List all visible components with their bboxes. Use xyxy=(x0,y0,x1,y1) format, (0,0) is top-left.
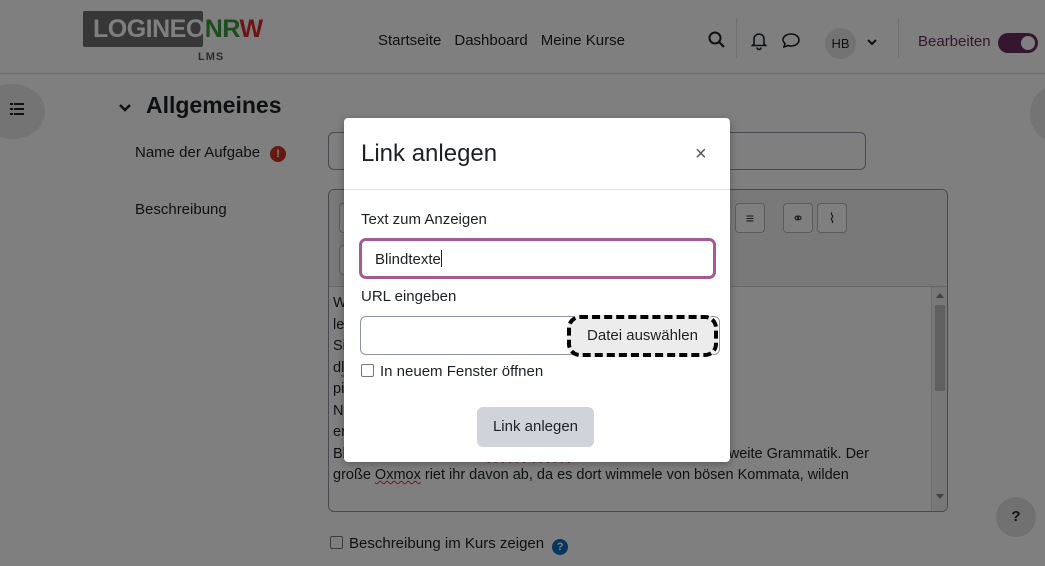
display-text-value: Blindtexte xyxy=(375,251,441,268)
new-window-checkbox[interactable] xyxy=(361,364,374,377)
link-dialog: Link anlegen × Text zum Anzeigen Blindte… xyxy=(344,118,730,462)
create-link-button[interactable]: Link anlegen xyxy=(477,407,594,447)
new-window-label: In neuem Fenster öffnen xyxy=(380,363,544,380)
display-text-input[interactable]: Blindtexte xyxy=(359,238,716,279)
dialog-title: Link anlegen xyxy=(361,140,498,167)
close-icon[interactable]: × xyxy=(695,144,707,164)
browse-files-button[interactable]: Datei auswählen xyxy=(567,315,718,357)
dialog-header: Link anlegen × xyxy=(344,118,730,190)
url-label: URL eingeben xyxy=(361,288,457,305)
text-caret xyxy=(440,250,442,267)
display-text-label: Text zum Anzeigen xyxy=(361,211,487,228)
new-window-option[interactable]: In neuem Fenster öffnen xyxy=(361,363,543,380)
